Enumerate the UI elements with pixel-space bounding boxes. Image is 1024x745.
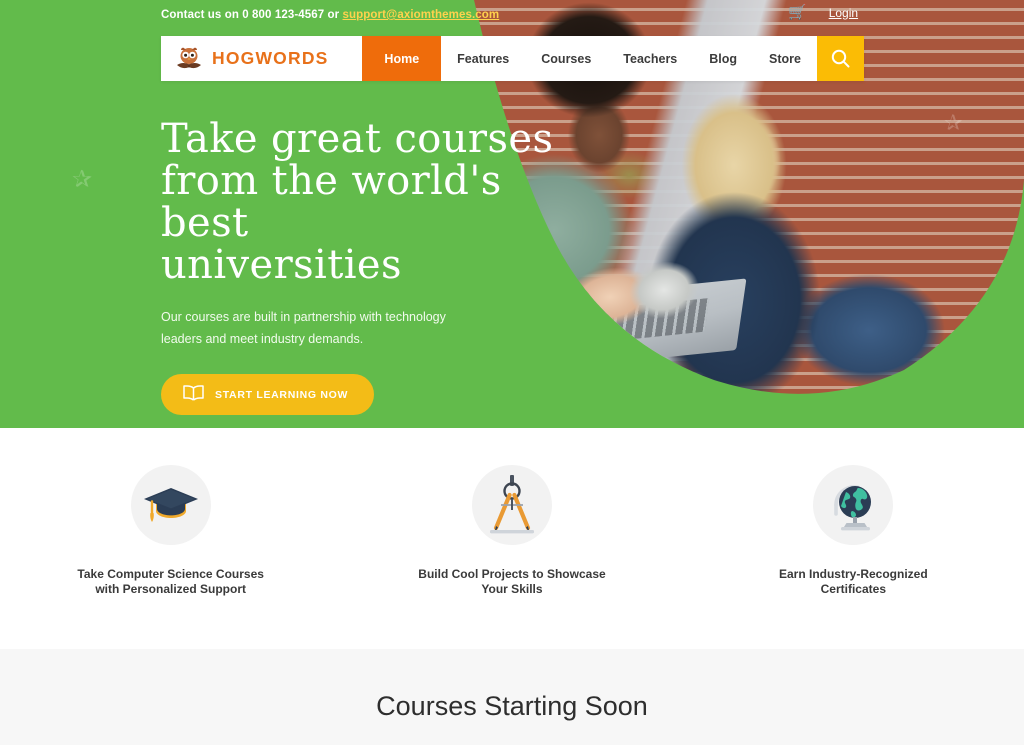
drafting-compass-icon [471,465,552,545]
hero-title-line-1: Take great courses [161,116,554,162]
start-learning-label: START LEARNING NOW [215,388,349,401]
hero-copy: Take great courses from the world's best… [161,118,561,415]
graduation-cap-icon [130,465,211,545]
nav-items: Home Features Courses Teachers Blog Stor… [362,36,817,81]
top-contact-bar: Contact us on 0 800 123-4567 or support@… [0,0,1024,30]
owl-reading-book-icon [175,46,203,72]
courses-starting-soon-section: Courses Starting Soon [0,649,1024,745]
feature-item: Earn Industry-Recognized Certificates [683,428,1024,649]
login-link[interactable]: Login [829,6,858,20]
feature-caption-line-1: Build Cool Projects to Showcase [418,567,606,581]
feature-caption: Take Computer Science Courses with Perso… [77,567,264,597]
nav-item-store[interactable]: Store [753,36,817,81]
page-title: Take great courses from the world's best… [161,118,561,286]
search-icon [831,49,850,68]
feature-caption: Build Cool Projects to Showcase Your Ski… [418,567,605,597]
brand-logo[interactable]: HOGWORDS [161,36,362,81]
hero-title-line-3: universities [161,242,402,288]
star-icon: ✰ [944,110,963,135]
page-root: ✰ ✰ Take great courses from the world's … [0,0,1024,745]
hero-title-line-2: from the world's best [161,158,502,246]
shopping-cart-icon[interactable]: 🛒 [788,5,807,20]
nav-item-blog[interactable]: Blog [693,36,753,81]
nav-item-features[interactable]: Features [441,36,525,81]
feature-caption-line-1: Take Computer Science Courses [77,567,264,581]
contact-phone-text: Contact us on 0 800 123-4567 or [161,9,343,21]
nav-item-courses[interactable]: Courses [525,36,607,81]
section-title: Courses Starting Soon [376,691,648,721]
start-learning-button[interactable]: START LEARNING NOW [161,374,375,415]
open-book-icon [183,385,204,404]
hero-subtitle: Our courses are built in partnership wit… [161,310,446,346]
topbar-actions: 🛒 Login [788,5,858,20]
feature-caption-line-2: Your Skills [481,582,543,596]
star-icon: ✰ [72,166,93,193]
globe-icon [813,465,894,545]
feature-caption-line-2: with Personalized Support [95,582,246,596]
feature-item: Build Cool Projects to Showcase Your Ski… [341,428,682,649]
contact-info: Contact us on 0 800 123-4567 or support@… [161,9,499,21]
feature-caption-line-2: Certificates [820,582,886,596]
support-email-link[interactable]: support@axiomthemes.com [343,9,500,21]
feature-caption: Earn Industry-Recognized Certificates [779,567,928,597]
nav-item-teachers[interactable]: Teachers [607,36,693,81]
feature-caption-line-1: Earn Industry-Recognized [778,567,928,581]
feature-item: Take Computer Science Courses with Perso… [0,428,341,649]
brand-name: HOGWORDS [212,48,329,68]
features-section: Take Computer Science Courses with Perso… [0,428,1024,649]
search-button[interactable] [817,36,864,81]
nav-item-home[interactable]: Home [362,36,442,81]
main-navigation: HOGWORDS Home Features Courses Teachers … [161,36,864,81]
